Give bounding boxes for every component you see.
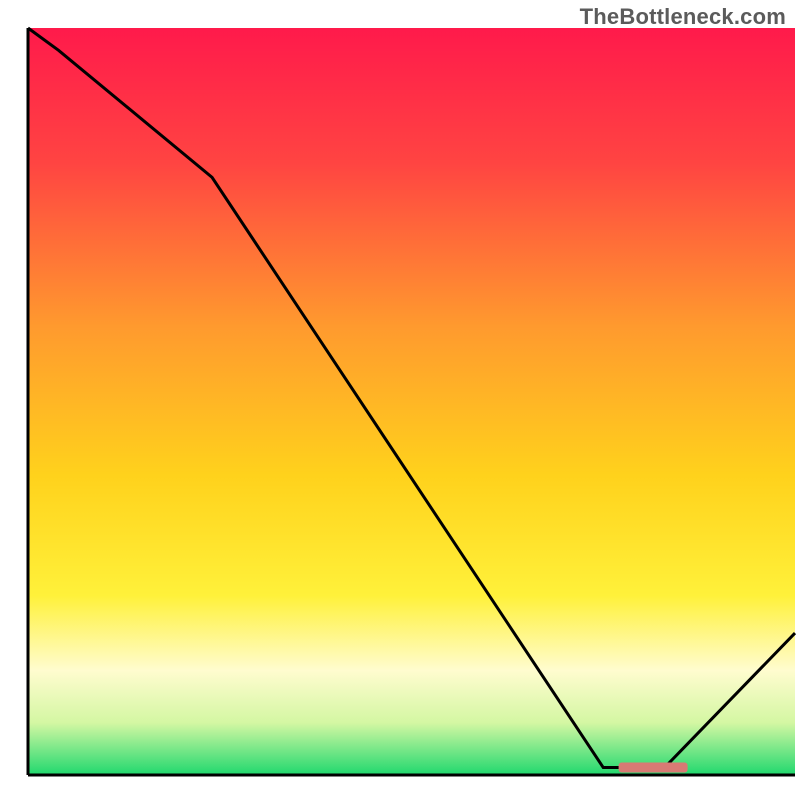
bottleneck-chart (0, 0, 800, 800)
watermark-text: TheBottleneck.com (580, 4, 786, 30)
chart-gradient-background (28, 28, 795, 775)
optimum-marker (619, 763, 688, 773)
